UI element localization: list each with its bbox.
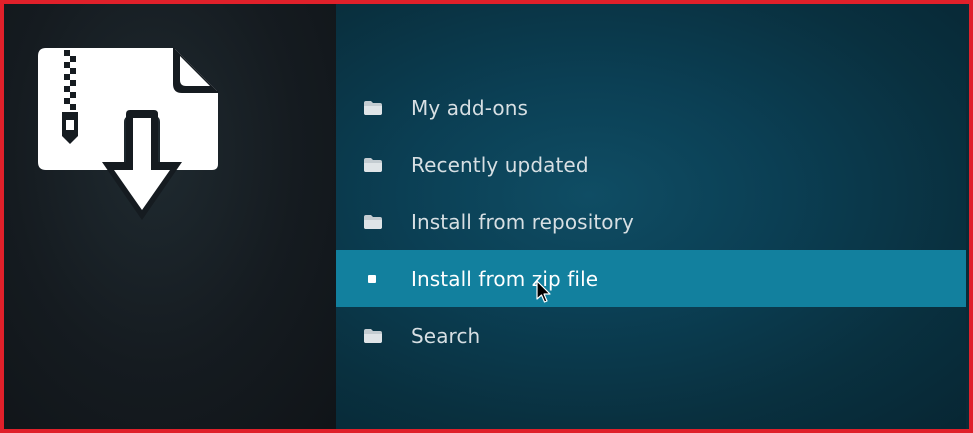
menu-item-install-from-repository[interactable]: Install from repository [336, 193, 969, 250]
menu-item-label: Search [411, 323, 481, 348]
menu-item-label: Install from repository [411, 209, 634, 234]
menu-item-install-from-zip-file[interactable]: Install from zip file [336, 250, 969, 307]
menu-item-label: Recently updated [411, 152, 589, 177]
mouse-pointer-icon [536, 280, 552, 304]
zip-file-install-icon [32, 44, 222, 229]
menu-item-label: Install from zip file [411, 266, 599, 291]
artwork-panel [4, 4, 336, 429]
menu-item-search[interactable]: Search [336, 307, 969, 364]
folder-icon [363, 214, 383, 230]
addon-browser-window: My add-ons Recently updated Install from… [0, 0, 973, 433]
menu-item-my-addons[interactable]: My add-ons [336, 79, 969, 136]
menu-panel: My add-ons Recently updated Install from… [336, 4, 969, 429]
folder-icon [363, 328, 383, 344]
bullet-icon [368, 274, 376, 283]
menu-item-label: My add-ons [411, 95, 529, 120]
menu-item-recently-updated[interactable]: Recently updated [336, 136, 969, 193]
addon-menu-list: My add-ons Recently updated Install from… [336, 79, 969, 364]
folder-icon [363, 157, 383, 173]
panel-edge-divider [966, 4, 969, 429]
folder-icon [363, 100, 383, 116]
